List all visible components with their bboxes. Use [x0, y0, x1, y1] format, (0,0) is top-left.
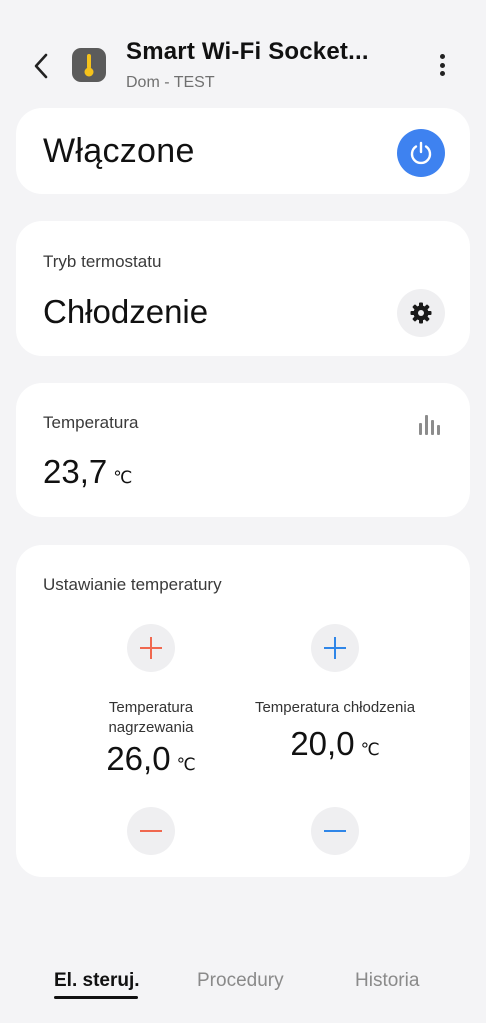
gear-icon	[410, 302, 432, 324]
thermostat-mode-caption: Tryb termostatu	[43, 252, 162, 271]
cooling-setpoint-unit: ℃	[360, 740, 380, 759]
thermometer-icon	[84, 54, 94, 77]
cooling-increase-button[interactable]	[311, 624, 359, 672]
temperature-unit: ℃	[113, 468, 133, 487]
heating-setpoint-label: Temperatura nagrzewania	[108, 699, 194, 736]
temperature-value: 23,7	[43, 453, 108, 490]
setpoint-caption: Ustawianie temperatury	[43, 575, 222, 594]
cooling-setpoint-readout: 20,0 ℃	[255, 725, 415, 763]
mode-settings-button[interactable]	[397, 289, 445, 337]
app-header: Smart Wi-Fi Socket... Dom - TEST	[0, 0, 486, 108]
minus-icon	[324, 830, 346, 832]
cooling-setpoint-value: 20,0	[290, 725, 355, 762]
more-options-button[interactable]	[428, 50, 456, 80]
cooling-decrease-button[interactable]	[311, 807, 359, 855]
chevron-left-icon	[34, 53, 48, 79]
cooling-setpoint-label: Temperatura chłodzenia	[254, 699, 416, 716]
heating-increase-button[interactable]	[127, 624, 175, 672]
page-subtitle: Dom - TEST	[126, 74, 215, 91]
power-status-label: Włączone	[43, 132, 195, 170]
temperature-caption: Temperatura	[43, 413, 139, 432]
power-button[interactable]	[397, 129, 445, 177]
minus-icon	[140, 830, 162, 832]
heating-setpoint-value: 26,0	[106, 740, 171, 777]
power-card: Włączone	[16, 108, 470, 194]
thermostat-mode-card[interactable]: Tryb termostatu Chłodzenie	[16, 221, 470, 356]
back-button[interactable]	[26, 46, 56, 86]
setpoint-card: Ustawianie temperatury Temperatura nagrz…	[16, 545, 470, 877]
device-icon	[72, 48, 106, 82]
heating-setpoint-readout: 26,0 ℃	[71, 740, 231, 778]
active-tab-indicator	[54, 996, 138, 999]
tab-routines[interactable]: Procedury	[197, 970, 284, 992]
history-chart-button[interactable]	[416, 409, 442, 435]
temperature-card[interactable]: Temperatura 23,7 ℃	[16, 383, 470, 517]
plus-icon	[324, 637, 346, 659]
heating-setpoint-unit: ℃	[176, 755, 196, 774]
power-icon	[410, 141, 432, 165]
temperature-readout: 23,7 ℃	[43, 453, 132, 491]
plus-icon	[140, 637, 162, 659]
tab-controls[interactable]: El. steruj.	[54, 970, 140, 992]
heating-decrease-button[interactable]	[127, 807, 175, 855]
bottom-navigation: El. steruj. Procedury Historia	[0, 960, 486, 1010]
bar-chart-icon	[418, 423, 422, 435]
more-vertical-icon	[439, 54, 445, 59]
tab-history[interactable]: Historia	[355, 970, 419, 992]
page-title: Smart Wi-Fi Socket...	[126, 38, 369, 65]
thermostat-mode-value: Chłodzenie	[43, 293, 209, 330]
